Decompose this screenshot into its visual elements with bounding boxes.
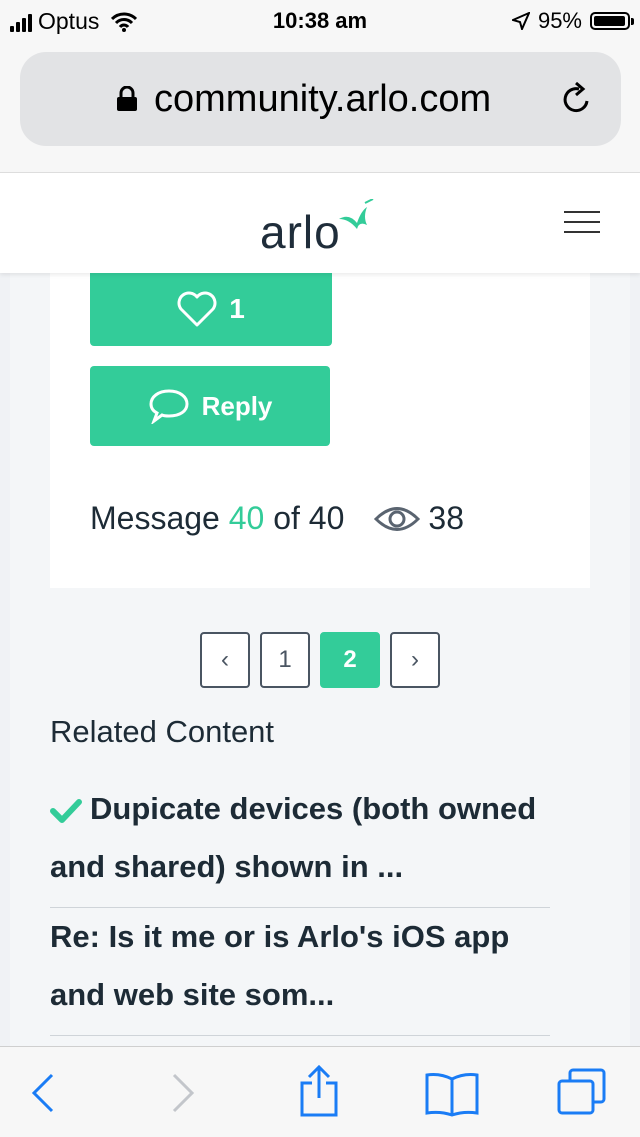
browser-toolbar bbox=[0, 1046, 640, 1137]
pagination: ‹ 1 2 › bbox=[200, 632, 440, 688]
message-prefix: Message bbox=[90, 500, 220, 536]
related-item-text[interactable]: Dupicate devices (both owned and shared)… bbox=[50, 791, 536, 884]
like-count: 1 bbox=[229, 293, 245, 324]
lock-icon bbox=[117, 86, 137, 111]
url-text[interactable]: community.arlo.com bbox=[154, 52, 491, 146]
arlo-logo[interactable]: arlo bbox=[260, 195, 375, 255]
site-header: arlo bbox=[0, 172, 640, 273]
tabs-icon[interactable] bbox=[556, 1067, 608, 1117]
browser-address-area: community.arlo.com bbox=[0, 42, 640, 172]
related-item-text[interactable]: Re: Is it me or is Arlo's iOS app and we… bbox=[50, 919, 509, 1012]
reply-button[interactable]: Reply bbox=[90, 366, 330, 446]
like-button[interactable]: 1 bbox=[90, 272, 332, 346]
bird-icon bbox=[338, 199, 374, 229]
status-bar: Optus 10:38 am 95% bbox=[0, 0, 640, 42]
related-content-heading: Related Content bbox=[50, 714, 275, 749]
share-icon[interactable] bbox=[298, 1065, 340, 1117]
related-item[interactable]: Re: Is it me or is Arlo's iOS app and we… bbox=[50, 908, 550, 1024]
message-total: of 40 bbox=[273, 500, 345, 536]
page-2-button[interactable]: 2 bbox=[320, 632, 380, 688]
logo-text: arlo bbox=[260, 206, 341, 258]
location-arrow-icon bbox=[511, 12, 530, 30]
address-bar[interactable]: community.arlo.com bbox=[20, 52, 621, 146]
divider bbox=[50, 1035, 550, 1036]
reply-label: Reply bbox=[201, 390, 273, 421]
eye-icon bbox=[374, 506, 421, 531]
bookmarks-icon[interactable] bbox=[424, 1071, 480, 1117]
back-icon[interactable] bbox=[30, 1071, 56, 1115]
related-item[interactable]: Dupicate devices (both owned and shared)… bbox=[50, 780, 550, 896]
menu-icon[interactable] bbox=[564, 211, 600, 235]
checkmark-icon bbox=[50, 798, 82, 823]
message-current[interactable]: 40 bbox=[229, 500, 265, 537]
view-count: 38 bbox=[428, 500, 464, 536]
battery-icon bbox=[590, 12, 634, 30]
page-1-button[interactable]: 1 bbox=[260, 632, 310, 688]
forward-icon[interactable] bbox=[170, 1071, 196, 1115]
prev-page-button[interactable]: ‹ bbox=[200, 632, 250, 688]
speech-bubble-icon bbox=[149, 389, 189, 424]
message-counter: Message 40 of 40 38 bbox=[90, 500, 464, 537]
battery-percent: 95% bbox=[537, 8, 582, 33]
reload-icon[interactable] bbox=[561, 82, 593, 116]
heart-icon bbox=[177, 291, 217, 327]
next-page-button[interactable]: › bbox=[390, 632, 440, 688]
